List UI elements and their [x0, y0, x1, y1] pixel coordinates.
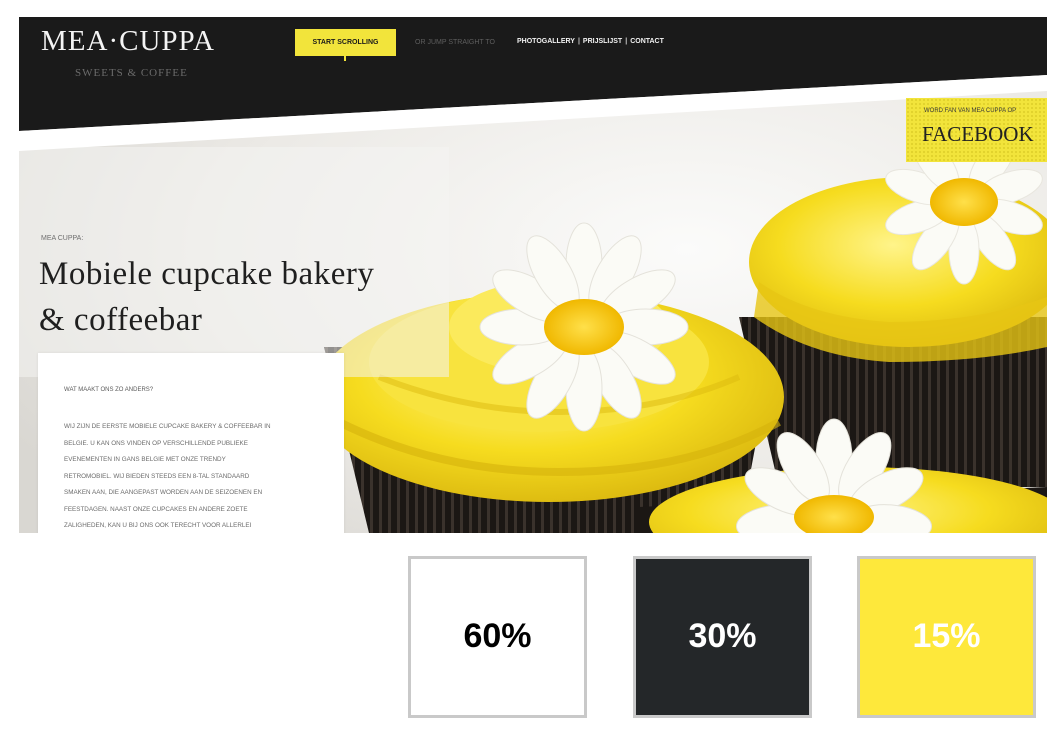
site-logo[interactable]: MEA·CUPPA	[41, 25, 215, 58]
nav-links: PHOTOGALLERY | PRIJSLIJST | CONTACT	[517, 38, 664, 45]
jump-to-label: OR JUMP STRAIGHT TO	[415, 39, 495, 46]
about-line: RETROMOBIEL. WIJ BIEDEN STEEDS EEN 8-TAL…	[64, 472, 250, 480]
composition-canvas: MEA·CUPPA SWEETS & COFFEE START SCROLLIN…	[0, 0, 1047, 745]
website-screenshot: MEA·CUPPA SWEETS & COFFEE START SCROLLIN…	[19, 17, 1047, 533]
about-line: EVENEMENTEN IN GANS BELGIE MET ONZE TREN…	[64, 456, 226, 463]
about-line: WIJ ZIJN DE EERSTE MOBIELE CUPCAKE BAKER…	[64, 423, 271, 430]
facebook-badge-title: FACEBOOK	[922, 122, 1034, 146]
swatch-percentage: 60%	[463, 617, 532, 655]
facebook-badge-caption: WORD FAN VAN MEA CUPPA OP	[924, 108, 1017, 114]
hero-headline-line: Mobiele cupcake bakery	[39, 256, 375, 292]
color-swatch-yellow: 15%	[857, 556, 1036, 718]
nav-link-prijslijst[interactable]: PRIJSLIJST	[583, 38, 622, 45]
about-line: BELGIE. U KAN ONS VINDEN OP VERSCHILLEND…	[64, 439, 248, 447]
about-text-box: WAT MAAKT ONS ZO ANDERS? WIJ ZIJN DE EER…	[38, 353, 344, 533]
nav-link-contact[interactable]: CONTACT	[630, 38, 664, 45]
color-swatch-dark: 30%	[633, 556, 812, 718]
color-swatch-white: 60%	[408, 556, 587, 718]
about-body: WIJ ZIJN DE EERSTE MOBIELE CUPCAKE BAKER…	[64, 419, 334, 533]
nav-separator: |	[625, 38, 628, 45]
about-line: ZALIGHEDEN, KAN U BIJ ONS OOK TERECHT VO…	[64, 522, 252, 529]
site-tagline: SWEETS & COFFEE	[75, 67, 188, 79]
hero-headline-line: & coffeebar	[39, 302, 203, 338]
swatch-percentage: 30%	[688, 617, 757, 655]
nav-link-photogallery[interactable]: PHOTOGALLERY	[517, 38, 575, 45]
hero-headline: Mobiele cupcake bakery & coffeebar	[39, 251, 479, 343]
swatch-percentage: 15%	[912, 617, 981, 655]
nav-separator: |	[577, 38, 580, 45]
hero-kicker: MEA CUPPA:	[41, 235, 84, 242]
facebook-badge[interactable]: WORD FAN VAN MEA CUPPA OP FACEBOOK	[906, 98, 1047, 162]
about-line: SMAKEN AAN, DIE AANGEPAST WORDEN AAN DE …	[64, 489, 263, 496]
site-header: MEA·CUPPA SWEETS & COFFEE START SCROLLIN…	[19, 17, 1047, 152]
start-scrolling-button[interactable]: START SCROLLING	[295, 29, 396, 61]
about-line: FEESTDAGEN. NAAST ONZE CUPCAKES EN ANDER…	[64, 505, 248, 513]
about-title: WAT MAAKT ONS ZO ANDERS?	[64, 387, 154, 393]
